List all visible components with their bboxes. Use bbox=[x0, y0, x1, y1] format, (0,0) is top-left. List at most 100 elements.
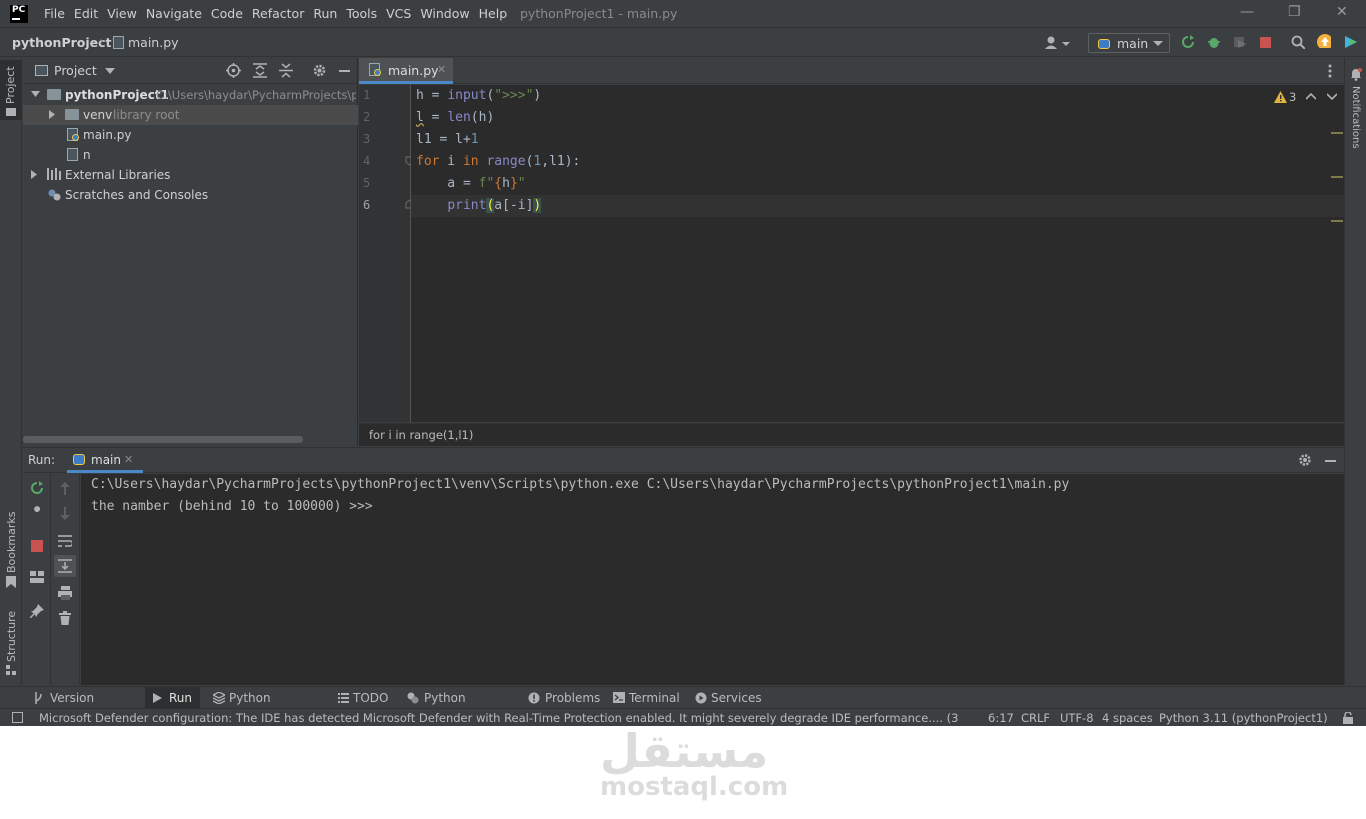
tree-item-main-py[interactable]: main.py bbox=[23, 125, 358, 145]
gear-icon[interactable] bbox=[1298, 453, 1312, 467]
code-editor[interactable]: h = input(">>>") l = len(h) l1 = l+1 for… bbox=[411, 85, 1344, 422]
menu-window[interactable]: Window bbox=[420, 6, 469, 21]
trash-icon[interactable] bbox=[59, 611, 73, 625]
bookmarks-tool-button[interactable]: Bookmarks bbox=[0, 512, 22, 593]
chevron-down-icon[interactable] bbox=[31, 91, 40, 98]
stop-icon[interactable] bbox=[31, 540, 43, 552]
breadcrumb-file[interactable]: main.py bbox=[128, 35, 179, 50]
close-tab-icon[interactable]: ✕ bbox=[124, 453, 133, 466]
tool-tab-version-control[interactable]: Version Control bbox=[28, 687, 138, 726]
menu-file[interactable]: File bbox=[44, 6, 65, 21]
hide-panel-icon[interactable] bbox=[1325, 460, 1336, 462]
status-encoding[interactable]: UTF-8 bbox=[1060, 711, 1094, 725]
status-indent[interactable]: 4 spaces bbox=[1102, 711, 1153, 725]
stop-icon[interactable] bbox=[1260, 37, 1271, 48]
menu-run[interactable]: Run bbox=[313, 6, 337, 21]
close-tab-icon[interactable]: ✕ bbox=[437, 63, 446, 76]
error-stripe-marker[interactable] bbox=[1331, 132, 1343, 134]
next-highlight-icon[interactable] bbox=[1327, 93, 1337, 100]
chevron-right-icon[interactable] bbox=[31, 170, 38, 179]
menu-view[interactable]: View bbox=[107, 6, 137, 21]
toggle-tool-windows-icon[interactable] bbox=[12, 712, 23, 723]
chevron-right-icon[interactable] bbox=[49, 110, 56, 119]
breadcrumb-project[interactable]: pythonProject1 bbox=[12, 35, 120, 50]
tool-tab-label: Services bbox=[711, 691, 762, 705]
run-tab-main[interactable]: main ✕ bbox=[67, 448, 143, 473]
tree-item-project-root[interactable]: pythonProject1 C:\Users\haydar\PycharmPr… bbox=[23, 85, 358, 105]
jetbrains-icon[interactable] bbox=[1343, 34, 1357, 48]
tool-tab-problems[interactable]: Problems bbox=[523, 687, 601, 709]
project-panel-title[interactable]: Project bbox=[54, 63, 97, 78]
more-options-icon[interactable] bbox=[1328, 64, 1332, 78]
status-line-separator[interactable]: CRLF bbox=[1021, 711, 1050, 725]
notifications-tool-button[interactable]: Notifications bbox=[1345, 66, 1366, 151]
chevron-down-icon[interactable] bbox=[105, 68, 115, 75]
run-console-output[interactable]: C:\Users\haydar\PycharmProjects\pythonPr… bbox=[81, 474, 1344, 685]
python-file-icon bbox=[113, 36, 124, 49]
minimize-button[interactable]: — bbox=[1240, 4, 1254, 20]
menu-edit[interactable]: Edit bbox=[74, 6, 98, 21]
console-line: C:\Users\haydar\PycharmProjects\pythonPr… bbox=[91, 477, 1070, 492]
restore-button[interactable]: ❐ bbox=[1288, 4, 1301, 20]
menu-tools[interactable]: Tools bbox=[346, 6, 377, 21]
code-breadcrumb[interactable]: for i in range(1,l1) bbox=[369, 428, 473, 442]
line-number: 3 bbox=[363, 132, 371, 146]
error-stripe-marker[interactable] bbox=[1331, 220, 1343, 222]
tool-tab-label: TODO bbox=[353, 691, 389, 705]
status-caret-position[interactable]: 6:17 bbox=[988, 711, 1014, 725]
error-stripe-marker[interactable] bbox=[1331, 176, 1343, 178]
previous-highlight-icon[interactable] bbox=[1306, 93, 1316, 100]
warning-icon[interactable] bbox=[1274, 91, 1287, 103]
menu-code[interactable]: Code bbox=[211, 6, 243, 21]
expand-all-icon[interactable] bbox=[253, 63, 267, 78]
menu-navigate[interactable]: Navigate bbox=[146, 6, 202, 21]
menu-vcs[interactable]: VCS bbox=[386, 6, 411, 21]
tree-item-external-libraries[interactable]: External Libraries bbox=[23, 165, 358, 185]
editor-tab-main-py[interactable]: main.py ✕ bbox=[359, 58, 453, 84]
debug-icon[interactable] bbox=[1207, 35, 1221, 49]
layout-icon[interactable] bbox=[30, 571, 44, 585]
scroll-to-end-button[interactable] bbox=[54, 555, 76, 577]
hide-panel-icon[interactable] bbox=[339, 70, 350, 72]
status-interpreter[interactable]: Python 3.11 (pythonProject1) (2) bbox=[1159, 711, 1331, 725]
collapse-all-icon[interactable] bbox=[279, 63, 293, 78]
tool-tab-todo[interactable]: TODO bbox=[333, 687, 393, 709]
print-icon[interactable] bbox=[58, 586, 72, 600]
status-message[interactable]: Microsoft Defender configuration: The ID… bbox=[39, 711, 959, 725]
arrow-up-icon[interactable] bbox=[59, 482, 73, 496]
run-panel-header: Run: main ✕ bbox=[23, 447, 1344, 473]
project-tool-button[interactable]: Project bbox=[0, 60, 22, 120]
menu-refactor[interactable]: Refactor bbox=[252, 6, 304, 21]
warning-count[interactable]: 3 bbox=[1289, 90, 1296, 104]
soft-wrap-icon[interactable] bbox=[58, 534, 72, 548]
rerun-icon[interactable] bbox=[1181, 35, 1195, 49]
tool-tab-python-console[interactable]: Python Console bbox=[402, 687, 514, 726]
tool-tab-run[interactable]: Run bbox=[145, 687, 200, 709]
line-number: 1 bbox=[363, 88, 371, 102]
locate-file-icon[interactable] bbox=[226, 63, 241, 78]
pin-icon[interactable] bbox=[30, 604, 44, 618]
tool-tab-terminal[interactable]: Terminal bbox=[608, 687, 683, 709]
branch-icon bbox=[35, 692, 42, 704]
search-icon[interactable] bbox=[1291, 35, 1305, 49]
tree-item-venv[interactable]: venv library root bbox=[23, 105, 358, 125]
coverage-icon[interactable] bbox=[1233, 35, 1247, 49]
structure-tool-button[interactable]: Structure bbox=[0, 606, 22, 681]
tree-item-scratches[interactable]: Scratches and Consoles bbox=[23, 185, 358, 205]
structure-icon bbox=[6, 665, 16, 675]
tool-tab-python-packages[interactable]: Python Packages bbox=[207, 687, 325, 726]
lock-icon[interactable] bbox=[1342, 712, 1354, 724]
tool-tab-services[interactable]: Services bbox=[690, 687, 762, 709]
user-add-icon[interactable] bbox=[1044, 35, 1070, 51]
gear-icon[interactable] bbox=[312, 63, 327, 78]
rerun-icon[interactable] bbox=[30, 481, 44, 495]
tree-item-n[interactable]: n bbox=[23, 145, 358, 165]
menu-help[interactable]: Help bbox=[479, 6, 508, 21]
close-button[interactable]: ✕ bbox=[1336, 4, 1348, 20]
tool-tab-label: Problems bbox=[545, 691, 601, 705]
run-configuration-select[interactable]: main bbox=[1088, 33, 1170, 53]
arrow-down-icon[interactable] bbox=[59, 507, 73, 521]
project-horizontal-scrollbar[interactable] bbox=[23, 436, 303, 443]
update-icon[interactable] bbox=[1317, 34, 1331, 48]
wrench-icon[interactable] bbox=[30, 506, 44, 520]
